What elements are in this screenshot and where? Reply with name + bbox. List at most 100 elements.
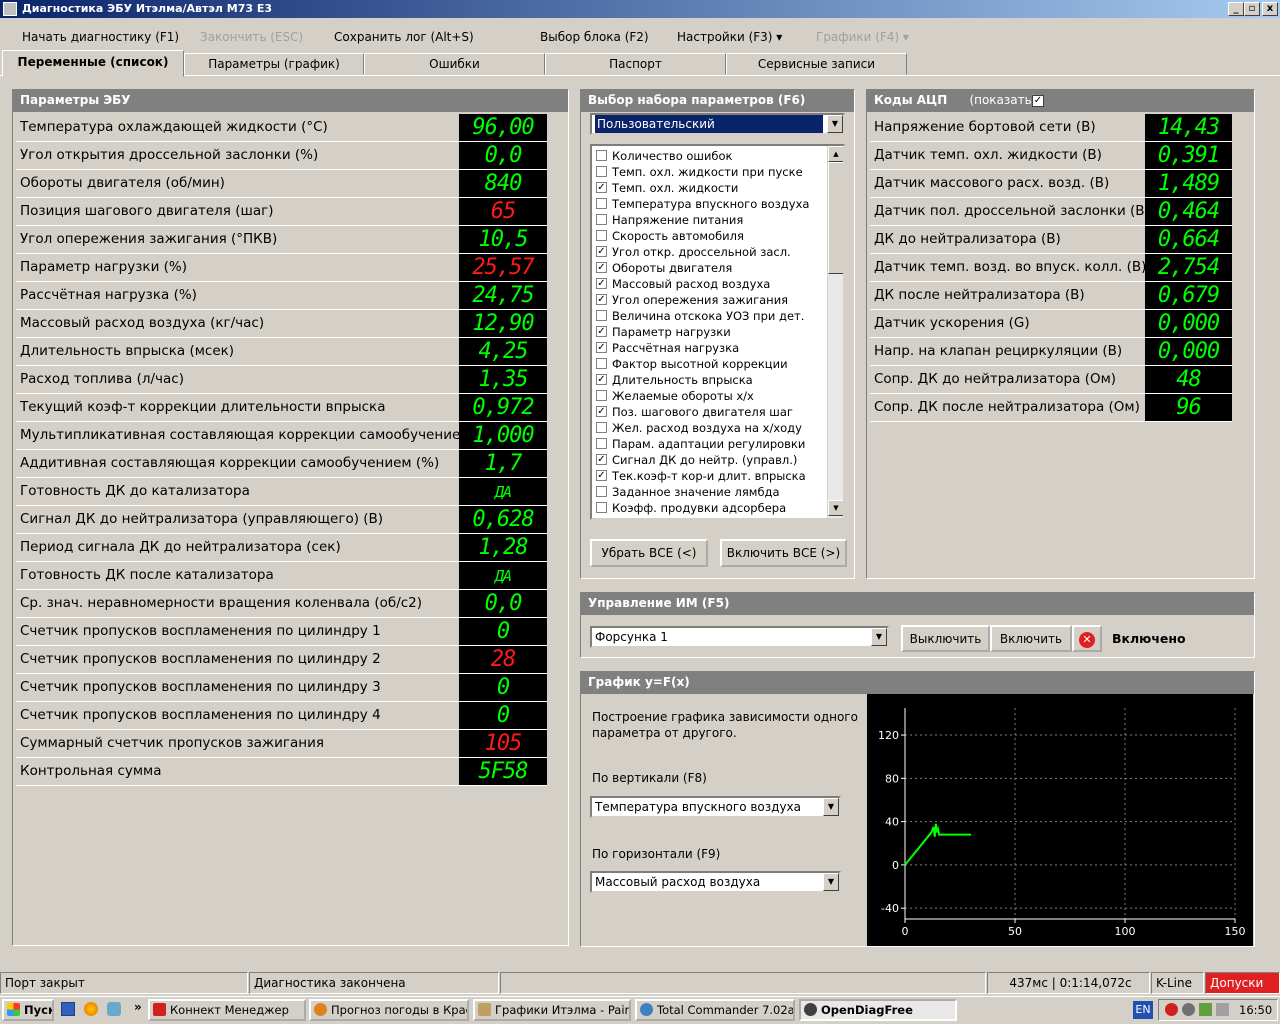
- task-weather[interactable]: Прогноз погоды в Крас...: [309, 999, 469, 1021]
- checkbox-icon[interactable]: [596, 166, 607, 177]
- adc-row: Датчик массового расх. возд. (В) 1,489: [870, 170, 1232, 198]
- scroll-up-icon[interactable]: ▲: [828, 146, 843, 162]
- app-icon: [3, 2, 17, 16]
- checkbox-icon[interactable]: ✓: [596, 294, 607, 305]
- minimize-button[interactable]: _: [1228, 2, 1244, 16]
- horizontal-axis-label: По горизонтали (F9): [592, 847, 721, 861]
- ecu-param-value: 0: [459, 618, 547, 645]
- tab-service-records[interactable]: Сервисные записи: [726, 53, 907, 75]
- checkbox-icon[interactable]: ✓: [596, 246, 607, 257]
- tab-variables-list[interactable]: Переменные (список): [2, 50, 184, 77]
- stop-button[interactable]: Закончить (ESC): [200, 30, 303, 44]
- checkbox-icon[interactable]: [596, 358, 607, 369]
- actuator-dropdown[interactable]: Форсунка 1 ▼: [590, 626, 889, 648]
- status-tolerances[interactable]: Допуски: [1205, 972, 1280, 994]
- checkbox-icon[interactable]: [596, 198, 607, 209]
- actuator-off-button[interactable]: Выключить: [901, 625, 990, 652]
- ecu-parameters-panel: Параметры ЭБУ Температура охлаждающей жи…: [12, 89, 569, 946]
- tray-speaker-icon[interactable]: [1216, 1003, 1229, 1016]
- maximize-button[interactable]: ▫: [1244, 2, 1260, 16]
- save-log-button[interactable]: Сохранить лог (Alt+S): [334, 30, 474, 44]
- chevron-down-icon[interactable]: ▼: [827, 115, 843, 133]
- tray-clock-icon[interactable]: [1182, 1003, 1195, 1016]
- chevron-down-icon[interactable]: ▼: [871, 628, 887, 646]
- tray-network-icon[interactable]: [1199, 1003, 1212, 1016]
- vertical-param-dropdown[interactable]: Температура впускного воздуха ▼: [590, 796, 841, 818]
- quicklaunch-more-icon[interactable]: »: [134, 1000, 142, 1014]
- checkbox-icon[interactable]: ✓: [596, 406, 607, 417]
- param-checkbox-label: Рассчётная нагрузка: [612, 341, 740, 355]
- ecu-panel-title: Параметры ЭБУ: [13, 90, 568, 112]
- adc-label: Сопр. ДК после нейтрализатора (Ом): [874, 399, 1140, 415]
- graph-panel-title: График y=F(x): [581, 672, 1254, 694]
- checkbox-icon[interactable]: [596, 438, 607, 449]
- status-port: Порт закрыт: [0, 972, 248, 994]
- checkbox-icon[interactable]: [596, 422, 607, 433]
- checkbox-icon[interactable]: ✓: [596, 326, 607, 337]
- tab-passport[interactable]: Паспорт: [545, 53, 726, 75]
- checkbox-icon[interactable]: [596, 230, 607, 241]
- param-checkbox-label: Параметр нагрузки: [612, 325, 731, 339]
- ecu-param-row: Угол опережения зажигания (°ПКВ) 10,5: [16, 226, 547, 254]
- task-connect-manager[interactable]: Коннект Менеджер: [148, 999, 306, 1021]
- adc-label: Сопр. ДК до нейтрализатора (Ом): [874, 371, 1117, 387]
- include-all-button[interactable]: Включить ВСЕ (>): [720, 539, 847, 567]
- task-label: Графики Итэлма - Paint: [495, 1003, 631, 1017]
- tray-opera-icon[interactable]: [1165, 1003, 1178, 1016]
- checklist-scrollbar[interactable]: ▲ ▼: [827, 146, 843, 518]
- scroll-down-icon[interactable]: ▼: [828, 500, 843, 516]
- quicklaunch-save-icon[interactable]: [61, 1002, 75, 1016]
- actuator-on-button[interactable]: Включить: [990, 625, 1072, 652]
- ecu-param-row: Аддитивная составляющая коррекции самооб…: [16, 450, 547, 478]
- horizontal-param-dropdown[interactable]: Массовый расход воздуха ▼: [590, 871, 841, 893]
- checkbox-icon[interactable]: ✓: [596, 470, 607, 481]
- checkbox-icon[interactable]: [596, 150, 607, 161]
- scroll-thumb[interactable]: [828, 162, 843, 274]
- param-checklist[interactable]: Количество ошибок Темп. охл. жидкости при…: [590, 144, 845, 520]
- checkbox-icon[interactable]: ✓: [596, 374, 607, 385]
- task-paint[interactable]: Графики Итэлма - Paint: [473, 999, 631, 1021]
- checkbox-icon[interactable]: ✓: [596, 182, 607, 193]
- close-button[interactable]: x: [1262, 2, 1278, 16]
- chevron-down-icon[interactable]: ▼: [823, 798, 839, 816]
- checkbox-icon[interactable]: [596, 310, 607, 321]
- preset-dropdown[interactable]: Пользовательский ▼: [590, 113, 845, 135]
- param-checkbox-label: Количество ошибок: [612, 149, 733, 163]
- adc-show-checkbox[interactable]: ✓: [1032, 95, 1044, 107]
- task-total-commander[interactable]: Total Commander 7.02a ...: [635, 999, 795, 1021]
- adc-label: Датчик ускорения (G): [874, 315, 1030, 331]
- ecu-param-label: Длительность впрыска (мсек): [20, 343, 235, 359]
- remove-all-button[interactable]: Убрать ВСЕ (<): [590, 539, 708, 567]
- graphs-menu[interactable]: Графики (F4) ▾: [816, 30, 909, 44]
- param-checkbox-label: Темп. охл. жидкости: [612, 181, 739, 195]
- start-label: Пуск: [24, 1003, 54, 1017]
- quicklaunch-firefox-icon[interactable]: [84, 1002, 98, 1016]
- adc-panel-header: Коды АЦП (показать) ✓: [867, 90, 1254, 112]
- language-indicator[interactable]: EN: [1133, 1001, 1153, 1019]
- checkbox-icon[interactable]: ✓: [596, 278, 607, 289]
- ecu-param-label: Массовый расход воздуха (кг/час): [20, 315, 265, 331]
- actuator-status-icon-button[interactable]: ✕: [1072, 625, 1102, 652]
- start-button[interactable]: Пуск: [2, 999, 54, 1021]
- ecu-param-label: Обороты двигателя (об/мин): [20, 175, 225, 191]
- settings-menu[interactable]: Настройки (F3) ▾: [677, 30, 782, 44]
- checkbox-icon[interactable]: ✓: [596, 454, 607, 465]
- task-opendiag[interactable]: OpenDiagFree: [799, 999, 957, 1021]
- series-line: [904, 823, 971, 866]
- x-tick-label: 100: [1115, 925, 1136, 938]
- start-diagnostics-button[interactable]: Начать диагностику (F1): [22, 30, 179, 44]
- checkbox-icon[interactable]: [596, 502, 607, 513]
- checkbox-icon[interactable]: [596, 214, 607, 225]
- ecu-param-label: Рассчётная нагрузка (%): [20, 287, 197, 303]
- select-block-button[interactable]: Выбор блока (F2): [540, 30, 649, 44]
- tab-parameters-graph[interactable]: Параметры (график): [184, 53, 364, 75]
- chevron-down-icon[interactable]: ▼: [823, 873, 839, 891]
- quicklaunch-ie-icon[interactable]: [107, 1002, 121, 1016]
- title-bar[interactable]: Диагностика ЭБУ Итэлма/Автэл М73 Е3 _ ▫ …: [0, 0, 1280, 18]
- adc-row: ДК после нейтрализатора (В) 0,679: [870, 282, 1232, 310]
- checkbox-icon[interactable]: [596, 390, 607, 401]
- tab-errors[interactable]: Ошибки: [364, 53, 545, 75]
- checkbox-icon[interactable]: [596, 486, 607, 497]
- checkbox-icon[interactable]: ✓: [596, 342, 607, 353]
- checkbox-icon[interactable]: ✓: [596, 262, 607, 273]
